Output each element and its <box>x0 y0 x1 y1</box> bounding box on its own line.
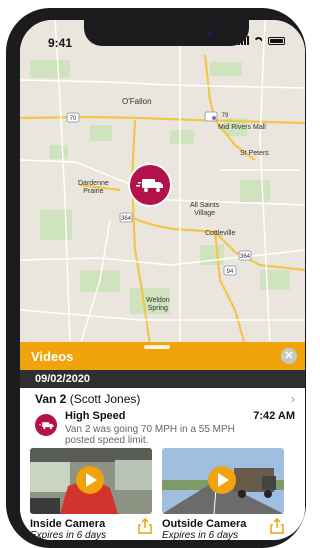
phone-frame: 9:41 O'Fallon 70 79 Mid Rivers Mall St P… <box>0 0 306 548</box>
alert-truck-badge <box>35 414 57 436</box>
camera-card-outside[interactable]: Outside Camera Expires in 6 days <box>162 448 284 540</box>
map-label-st-peters: St Peters <box>240 150 269 157</box>
close-button[interactable]: ✕ <box>281 348 297 364</box>
truck-icon <box>38 421 53 429</box>
camera-name: Outside Camera <box>162 518 247 530</box>
sheet-title: Videos <box>31 348 74 364</box>
map-label-hwy364a: 364 <box>120 216 131 222</box>
alert-description: Van 2 was going 70 MPH in a 55 MPH poste… <box>65 424 235 446</box>
close-icon: ✕ <box>284 350 294 362</box>
vehicle-name: Van 2 <box>35 392 67 406</box>
vehicle-location-marker[interactable] <box>128 163 172 207</box>
play-icon <box>86 473 97 487</box>
map-label-cottleville: Cottleville <box>205 230 236 237</box>
map-label-hwy79: 79 <box>221 113 229 119</box>
camera-list: Inside Camera Expires in 6 days Outside … <box>30 448 295 540</box>
app-screen: 9:41 O'Fallon 70 79 Mid Rivers Mall St P… <box>20 20 305 540</box>
front-camera-icon <box>207 30 213 36</box>
videos-sheet: Videos ✕ 09/02/2020 Van 2 (Scott Jones) … <box>20 342 305 540</box>
drag-handle[interactable] <box>144 345 170 349</box>
play-icon <box>218 473 229 487</box>
wifi-icon <box>253 36 264 45</box>
camera-expiry: Expires in 6 days <box>162 530 239 540</box>
play-button[interactable] <box>208 466 236 494</box>
play-button[interactable] <box>76 466 104 494</box>
notch <box>84 20 249 46</box>
map-label-all-saints-village: All Saints Village <box>190 202 220 217</box>
sheet-header[interactable]: Videos ✕ <box>20 342 305 370</box>
map-label-dardenne-prairie: Dardenne Prairie <box>78 180 109 195</box>
map-label-hwy70: 70 <box>69 116 77 122</box>
vehicle-row[interactable]: Van 2 (Scott Jones) › <box>20 388 305 410</box>
map-label-hwy364b: 364 <box>239 254 250 260</box>
battery-icon <box>268 36 285 45</box>
outside-camera-thumbnail[interactable] <box>162 448 284 514</box>
camera-expiry: Expires in 6 days <box>30 530 107 540</box>
alert-time: 7:42 AM <box>253 410 295 422</box>
camera-name: Inside Camera <box>30 518 106 530</box>
status-time: 9:41 <box>48 36 73 50</box>
truck-icon <box>136 179 163 192</box>
map-label-mid-rivers-mall: Mid Rivers Mall <box>218 124 266 131</box>
camera-card-inside[interactable]: Inside Camera Expires in 6 days <box>30 448 152 540</box>
map-label-weldon-spring: Weldon Spring <box>146 297 170 312</box>
date-header: 09/02/2020 <box>20 370 305 388</box>
driver-name: (Scott Jones) <box>69 392 141 406</box>
map-label-ofallon: O'Fallon <box>122 97 152 106</box>
share-icon[interactable] <box>138 518 152 534</box>
map-label-hwy94: 94 <box>226 269 234 275</box>
share-icon[interactable] <box>270 518 284 534</box>
inside-camera-thumbnail[interactable] <box>30 448 152 514</box>
chevron-right-icon[interactable]: › <box>291 388 295 410</box>
map-view[interactable]: O'Fallon 70 79 Mid Rivers Mall St Peters… <box>20 20 305 346</box>
